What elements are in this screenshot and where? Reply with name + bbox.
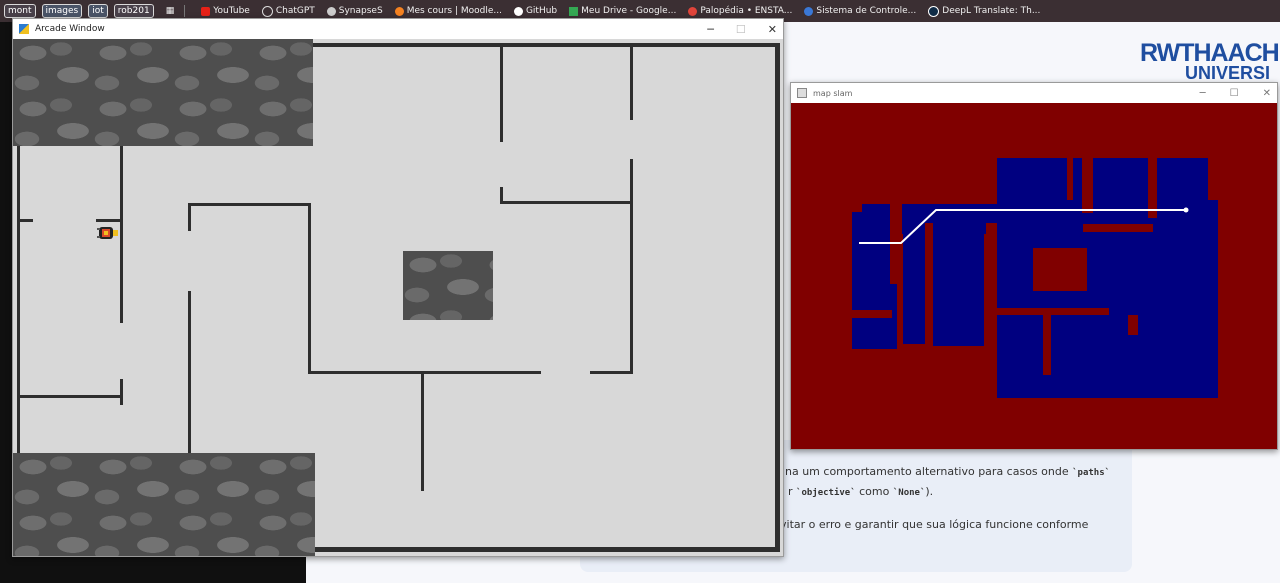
chatgpt-icon	[261, 5, 273, 17]
bookmark-sistema[interactable]: Sistema de Controle...	[804, 6, 916, 16]
stone-block-top-left	[13, 39, 313, 146]
bookmark-folder-mont[interactable]: mont	[4, 4, 36, 18]
wall	[308, 203, 311, 373]
wall	[188, 203, 311, 206]
wall	[630, 159, 633, 374]
bookmark-palopedia[interactable]: Palopédia • ENSTA...	[688, 6, 792, 16]
bookmark-deepl[interactable]: DeepL Translate: Th...	[928, 5, 1040, 17]
bookmark-folder-images[interactable]: images	[41, 4, 83, 18]
drive-icon	[569, 6, 579, 16]
map-slam-window[interactable]: map slam ─ ☐ ✕	[790, 82, 1278, 450]
arcade-window[interactable]: Arcade Window ─ ☐ ✕	[12, 18, 784, 557]
stone-block-bottom-left	[13, 453, 315, 556]
chat-text-line-3: vitar o erro e garantir que sua lógica f…	[780, 518, 1089, 531]
wall	[315, 547, 780, 552]
rwth-logo-subline: UNIVERSI	[1185, 63, 1271, 83]
maze-game-canvas[interactable]	[13, 39, 783, 556]
bookmark-google-drive[interactable]: Meu Drive - Google...	[569, 6, 676, 16]
wall	[590, 371, 633, 374]
bookmark-synapses[interactable]: SynapseS	[326, 6, 383, 16]
wall	[120, 379, 123, 405]
deepl-icon	[928, 5, 940, 17]
python-app-icon	[19, 24, 29, 34]
wall	[313, 43, 779, 47]
bookmark-moodle[interactable]: Mes cours | Moodle...	[394, 6, 502, 16]
robot-icon	[97, 227, 118, 239]
wall	[500, 201, 633, 204]
arcade-titlebar[interactable]: Arcade Window ─ ☐ ✕	[13, 19, 783, 39]
bookmark-github[interactable]: GitHub	[513, 6, 557, 16]
stone-block-center	[403, 251, 493, 320]
close-button[interactable]: ✕	[768, 23, 777, 36]
palopedia-icon	[688, 6, 698, 16]
youtube-icon	[201, 6, 211, 16]
moodle-icon	[394, 6, 404, 16]
chat-text-line-1: na um comportamento alternativo para cas…	[785, 465, 1111, 478]
wall	[421, 374, 424, 491]
bookmark-chatgpt[interactable]: ChatGPT	[261, 5, 315, 17]
wall	[308, 371, 541, 374]
synapses-icon	[326, 6, 336, 16]
wall	[630, 47, 633, 120]
bookmark-folder-rob201[interactable]: rob201	[113, 4, 154, 18]
arcade-window-title: Arcade Window	[35, 24, 105, 34]
wall	[500, 47, 503, 142]
apps-grid-icon[interactable]: ▦	[166, 6, 175, 16]
goal-point	[1183, 207, 1189, 213]
bookmark-youtube[interactable]: YouTube	[201, 6, 250, 16]
wall	[775, 43, 780, 552]
sistema-icon	[804, 6, 814, 16]
map-titlebar[interactable]: map slam ─ ☐ ✕	[791, 83, 1277, 103]
wall	[500, 187, 503, 204]
map-minimize-button[interactable]: ─	[1200, 88, 1206, 99]
minimize-button[interactable]: ─	[707, 23, 714, 36]
map-close-button[interactable]: ✕	[1263, 88, 1271, 99]
wall	[96, 219, 123, 222]
wall	[188, 291, 191, 453]
wall	[17, 146, 20, 453]
maximize-button[interactable]: ☐	[736, 23, 746, 36]
map-window-title: map slam	[813, 88, 853, 98]
planned-path	[859, 207, 1189, 244]
wall	[188, 203, 191, 231]
github-icon	[513, 6, 523, 16]
window-app-icon	[797, 88, 807, 98]
occupancy-map-canvas	[791, 103, 1277, 449]
wall	[120, 146, 123, 323]
wall	[20, 219, 33, 222]
bookmark-folder-iot[interactable]: iot	[88, 4, 108, 18]
bookmark-separator	[184, 5, 186, 17]
map-maximize-button[interactable]: ☐	[1230, 88, 1239, 99]
wall	[20, 395, 123, 398]
chat-text-line-2: r `objective` como `None`).	[788, 485, 934, 498]
